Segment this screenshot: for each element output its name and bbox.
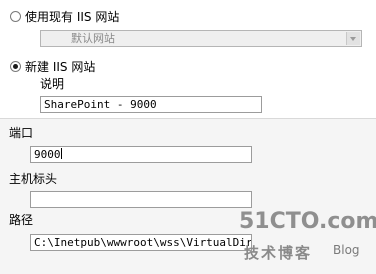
host-header-label: 主机标头 — [9, 172, 58, 186]
use-existing-site-radio[interactable] — [10, 11, 21, 22]
path-label: 路径 — [9, 213, 34, 227]
port-input[interactable]: 9000 — [30, 146, 252, 163]
existing-site-dropdown[interactable]: 默认网站 — [40, 30, 362, 47]
watermark-blog: Blog — [333, 243, 360, 257]
watermark-subtitle: 技术博客 — [244, 244, 313, 262]
text-caret — [60, 148, 62, 159]
port-value: 9000 — [34, 148, 61, 161]
existing-site-selected-value: 默认网站 — [71, 32, 115, 45]
watermark-logo: 51CTO.com — [239, 209, 376, 234]
description-label: 说明 — [40, 77, 65, 91]
port-label: 端口 — [9, 126, 34, 140]
create-new-site-label: 新建 IIS 网站 — [25, 60, 96, 74]
chevron-down-icon[interactable] — [346, 32, 360, 45]
host-header-input[interactable] — [30, 191, 252, 208]
use-existing-site-label: 使用现有 IIS 网站 — [25, 10, 120, 24]
create-new-site-radio[interactable] — [10, 61, 21, 72]
description-input[interactable]: SharePoint - 9000 — [40, 96, 262, 113]
radio-selected-dot — [13, 64, 18, 69]
path-input[interactable]: C:\Inetpub\wwwroot\wss\VirtualDirec — [30, 234, 252, 251]
